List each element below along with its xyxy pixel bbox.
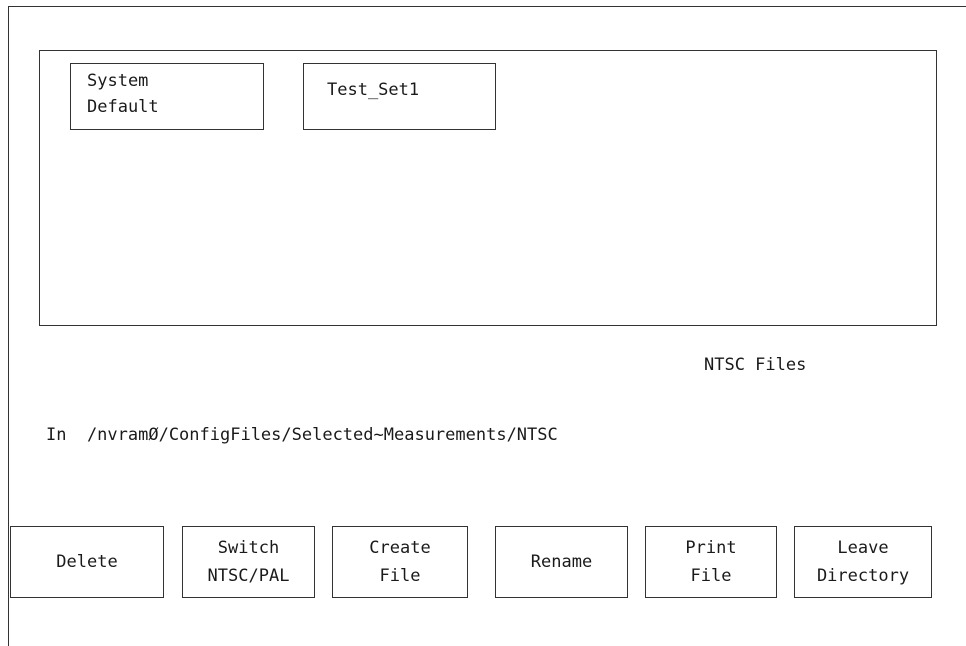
- rename-button[interactable]: Rename: [495, 526, 628, 598]
- print-file-button[interactable]: Print File: [645, 526, 777, 598]
- softkey-label: Delete: [56, 552, 118, 572]
- delete-button[interactable]: Delete: [10, 526, 164, 598]
- file-item-test-set1[interactable]: Test_Set1: [303, 63, 496, 130]
- softkey-label: File: [379, 566, 421, 586]
- softkey-label: Directory: [816, 566, 910, 586]
- softkey-label: Switch: [217, 538, 280, 558]
- softkey-label: Leave: [837, 538, 889, 558]
- files-category-label: NTSC Files: [704, 355, 807, 375]
- softkey-label: File: [690, 566, 732, 586]
- file-item-system-default[interactable]: System Default: [70, 63, 264, 130]
- switch-ntsc-pal-button[interactable]: Switch NTSC/PAL: [182, 526, 315, 598]
- softkey-label: Rename: [530, 552, 593, 572]
- leave-directory-button[interactable]: Leave Directory: [794, 526, 932, 598]
- softkey-label: Print: [685, 538, 737, 558]
- softkey-label: NTSC/PAL: [207, 566, 290, 586]
- softkey-label: Create: [369, 538, 431, 558]
- current-directory-path: In /nvramØ/ConfigFiles/Selected~Measurem…: [46, 425, 558, 445]
- create-file-button[interactable]: Create File: [332, 526, 468, 598]
